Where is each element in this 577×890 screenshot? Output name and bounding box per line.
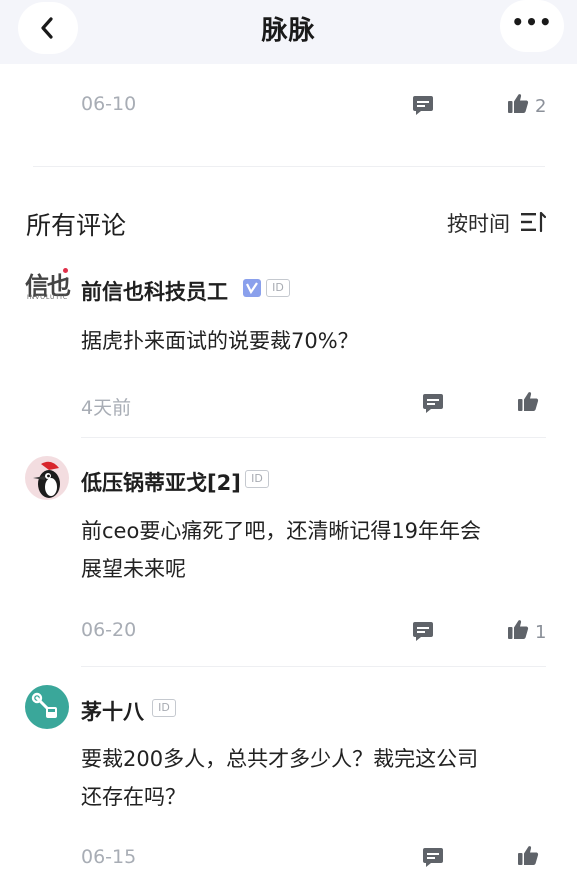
- post-date: 06-10: [81, 93, 137, 115]
- avatar[interactable]: [25, 685, 69, 729]
- id-badge: ID: [266, 279, 290, 297]
- woodpecker-avatar-icon: [33, 461, 60, 498]
- comment-time: 4天前: [81, 397, 132, 419]
- screen: { "nav": { "title": "脉脉" }, "post": { "d…: [0, 0, 577, 890]
- page-title: 脉脉: [261, 16, 316, 46]
- comments-section-title: 所有评论: [26, 211, 127, 240]
- hammer-tool-avatar-icon: [31, 692, 57, 718]
- comment-content-line-1: 要裁200多人，总共才多少人？裁完这公司: [81, 747, 479, 771]
- comment-icon[interactable]: [412, 620, 434, 642]
- comment-time: 06-20: [81, 619, 137, 641]
- more-dots-icon: •••: [511, 10, 553, 34]
- comment-like-count: 1: [535, 622, 547, 643]
- comment-icon[interactable]: [412, 94, 434, 116]
- comment-username[interactable]: 茅十八: [81, 696, 144, 726]
- thumbs-up-icon[interactable]: [507, 618, 529, 640]
- thumbs-up-icon[interactable]: [517, 844, 539, 866]
- verified-badge: [243, 279, 261, 297]
- divider: [81, 666, 546, 667]
- sort-button[interactable]: 按时间: [447, 208, 510, 238]
- avatar[interactable]: 信也 INVOLUTIC: [25, 266, 73, 306]
- comment-time: 06-15: [81, 846, 137, 868]
- comment-content-line-2: 展望未来呢: [81, 557, 186, 581]
- comment-icon[interactable]: [422, 846, 444, 868]
- comment-username[interactable]: 低压锅蒂亚戈[2]: [81, 467, 241, 497]
- avatar-logo-dot: [63, 268, 68, 273]
- comment-content: 据虎扑来面试的说要裁70%？: [81, 329, 359, 353]
- thumbs-up-icon[interactable]: [517, 390, 539, 412]
- post-like-count: 2: [535, 96, 547, 117]
- more-button[interactable]: •••: [500, 0, 564, 52]
- avatar[interactable]: [25, 456, 69, 500]
- thumbs-up-icon[interactable]: [507, 92, 529, 114]
- comment-username[interactable]: 前信也科技员工: [81, 276, 228, 306]
- id-badge: ID: [245, 470, 269, 488]
- avatar-logo-subtext: INVOLUTIC: [27, 294, 69, 301]
- divider: [81, 437, 546, 438]
- divider: [33, 166, 545, 167]
- comment-content-line-1: 前ceo要心痛死了吧，还清晰记得19年年会: [81, 519, 482, 543]
- comment-content-line-2: 还存在吗？: [81, 785, 186, 809]
- sort-lines-icon[interactable]: [520, 211, 546, 233]
- comment-icon[interactable]: [422, 392, 444, 414]
- id-badge: ID: [152, 699, 176, 717]
- verified-check-icon: [246, 282, 258, 295]
